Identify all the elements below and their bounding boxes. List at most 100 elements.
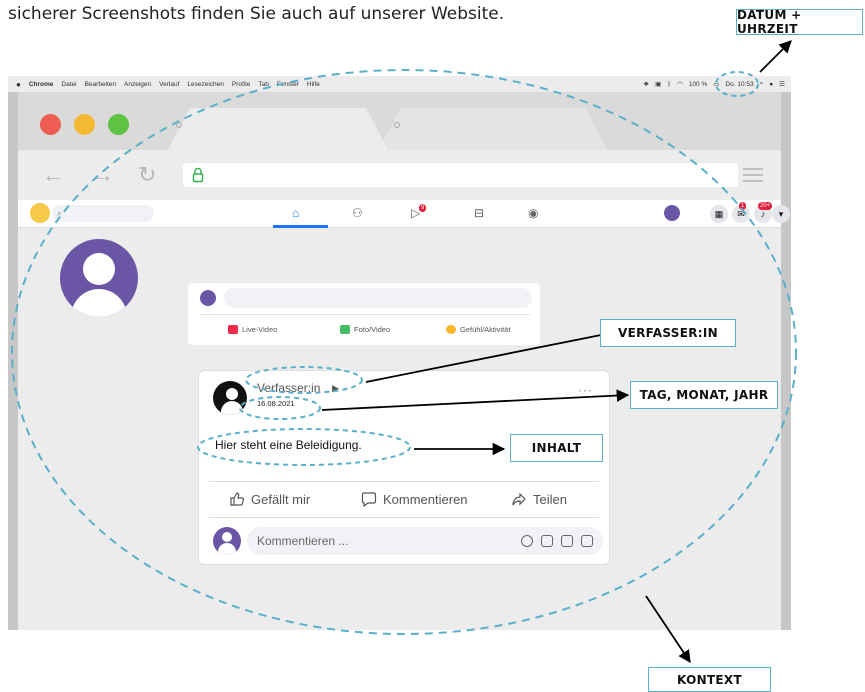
composer-divider (200, 314, 530, 315)
menu-item-datei[interactable]: Datei (61, 81, 76, 88)
composer-avatar (200, 290, 216, 306)
lock-icon (192, 167, 204, 183)
label-author: VERFASSER:IN (600, 319, 736, 347)
sticker-icon[interactable] (581, 535, 593, 547)
label-context: KONTEXT (648, 667, 771, 692)
share-label: Teilen (533, 491, 567, 507)
avatar-body (71, 289, 127, 317)
menu-item-lesezeichen[interactable]: Lesezeichen (187, 81, 224, 88)
live-video-icon (228, 325, 238, 334)
mac-menubar: ● Chrome Datei Bearbeiten Anzeigen Verla… (8, 76, 791, 92)
account-dropdown-icon[interactable]: ▾ (772, 205, 790, 223)
tab-inactive[interactable] (378, 108, 608, 150)
live-video-button[interactable]: Live-Video (228, 325, 277, 334)
post-composer: Live-Video Foto/Video Gefühl/Aktivität (188, 283, 540, 345)
avatar-body (221, 401, 243, 415)
like-button[interactable]: Gefällt mir (229, 491, 310, 507)
menu-item-hilfe[interactable]: Hilfe (307, 81, 320, 88)
gif-icon[interactable] (561, 535, 573, 547)
close-window-button[interactable] (40, 114, 61, 135)
menu-grid-icon[interactable]: ▦ (710, 205, 728, 223)
tab-favicon-icon (394, 122, 400, 128)
avatar-body (218, 543, 236, 555)
label-datetime: DATUM + UHRZEIT (736, 8, 863, 36)
menu-item-fenster[interactable]: Fenster (277, 81, 299, 88)
photo-video-label: Foto/Video (354, 325, 391, 334)
more-options-icon[interactable]: ··· (578, 383, 593, 397)
profile-picture[interactable] (60, 239, 138, 317)
tab-active[interactable] (168, 108, 388, 150)
bluetooth-icon[interactable]: ᛒ (667, 81, 671, 88)
profile-avatar[interactable] (664, 205, 680, 221)
feeling-activity-button[interactable]: Gefühl/Aktivität (446, 325, 510, 334)
avatar-head (226, 388, 238, 400)
control-center-icon[interactable]: ☰ (779, 80, 785, 88)
menu-item-profile[interactable]: Profile (232, 81, 250, 88)
emoji-icon[interactable] (521, 535, 533, 547)
author-arrow-icon: ▶ (332, 383, 339, 393)
groups-icon[interactable]: ◉ (528, 206, 538, 220)
browser-menu-icon[interactable] (743, 168, 763, 182)
comment-input[interactable]: Kommentieren ... (247, 527, 603, 555)
avatar-head (83, 253, 115, 285)
browser-content-area: ← → ↻ ⌕ ⌂ ⚇ ▷ 9 ⊟ ◉ ▦ ✉ 1 ♪ 20+ ▾ Live-V… (18, 92, 790, 630)
post-date[interactable]: 16.08.2021 (257, 399, 295, 408)
photo-video-icon (340, 325, 350, 334)
post-card: Verfasser:in ▶ 16.08.2021 ··· Hier steht… (198, 370, 610, 565)
feeling-activity-label: Gefühl/Aktivität (460, 325, 511, 334)
search-input[interactable]: ⌕ (52, 205, 154, 222)
browser-window: ← → ↻ ⌕ ⌂ ⚇ ▷ 9 ⊟ ◉ ▦ ✉ 1 ♪ 20+ ▾ Live-V… (8, 92, 791, 630)
home-icon[interactable]: ⌂ (292, 206, 299, 220)
thumbs-up-icon (230, 492, 245, 506)
comment-tools (521, 527, 593, 555)
maximize-window-button[interactable] (108, 114, 129, 135)
post-divider (209, 517, 599, 518)
feeling-icon (446, 325, 456, 334)
screen-icon[interactable]: ▣ (655, 80, 661, 88)
camera-icon[interactable] (541, 535, 553, 547)
comment-avatar (213, 527, 241, 555)
share-icon (512, 492, 526, 506)
clock[interactable]: Do. 10:53 (725, 81, 753, 88)
friends-icon[interactable]: ⚇ (352, 206, 363, 220)
wifi-icon[interactable]: ◠ (677, 80, 683, 88)
forward-arrow-icon[interactable]: → (92, 162, 114, 188)
menu-item-chrome[interactable]: Chrome (29, 81, 54, 88)
post-author[interactable]: Verfasser:in (257, 381, 320, 395)
menu-item-tab[interactable]: Tab (258, 81, 268, 88)
spotlight-icon[interactable]: ⌕ (760, 80, 764, 88)
arrow-datetime (759, 40, 792, 73)
address-bar[interactable] (183, 163, 738, 187)
label-date: TAG, MONAT, JAHR (630, 381, 778, 409)
marketplace-icon[interactable]: ⊟ (474, 206, 484, 220)
dropbox-icon[interactable]: ❖ (643, 80, 649, 88)
facebook-logo[interactable] (30, 203, 50, 223)
composer-input[interactable] (224, 288, 532, 308)
post-divider (209, 481, 599, 482)
label-content: INHALT (510, 434, 603, 462)
post-author-avatar[interactable] (213, 381, 247, 415)
minimize-window-button[interactable] (74, 114, 95, 135)
apple-icon[interactable]: ● (16, 80, 21, 89)
live-video-label: Live-Video (242, 325, 278, 334)
menu-item-bearbeiten[interactable]: Bearbeiten (85, 81, 116, 88)
comment-button[interactable]: Kommentieren (361, 491, 468, 507)
menu-item-anzeigen[interactable]: Anzeigen (124, 81, 151, 88)
facebook-header: ⌕ ⌂ ⚇ ▷ 9 ⊟ ◉ ▦ ✉ 1 ♪ 20+ ▾ (18, 200, 790, 228)
comment-label: Kommentieren (383, 491, 468, 507)
reload-icon[interactable]: ↻ (138, 162, 156, 188)
home-tab-indicator (273, 225, 328, 228)
siri-icon[interactable]: ● (769, 81, 773, 88)
nav-bar: ← → ↻ (18, 150, 781, 200)
battery-icon[interactable]: ▭ (713, 80, 719, 88)
comment-icon (361, 492, 377, 507)
comment-placeholder: Kommentieren ... (257, 534, 349, 548)
back-arrow-icon[interactable]: ← (42, 162, 64, 188)
photo-video-button[interactable]: Foto/Video (340, 325, 390, 334)
menubar-status: ❖ ▣ ᛒ ◠ 100 % ▭ Do. 10:53 ⌕ ● ☰ (643, 76, 785, 92)
menu-item-verlauf[interactable]: Verlauf (159, 81, 179, 88)
post-text: Hier steht eine Beleidigung. (215, 438, 362, 452)
like-label: Gefällt mir (251, 491, 311, 507)
share-button[interactable]: Teilen (511, 491, 567, 507)
tab-strip (18, 92, 781, 150)
